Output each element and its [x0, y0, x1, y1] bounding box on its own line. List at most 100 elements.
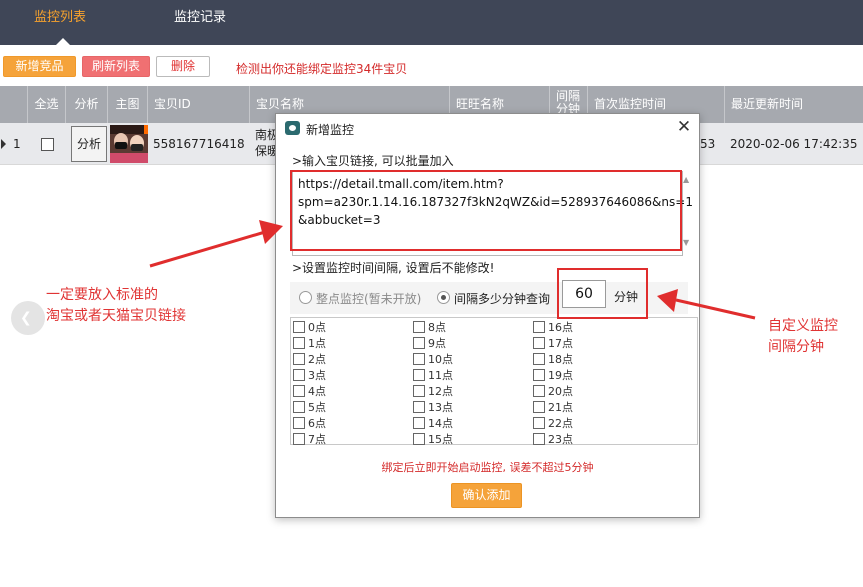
- hour-option[interactable]: 4点: [293, 384, 326, 400]
- scroll-down-icon[interactable]: ▼: [683, 239, 689, 247]
- close-icon[interactable]: ✕: [674, 117, 694, 137]
- hour-checkbox[interactable]: [413, 369, 425, 381]
- hour-label: 22点: [548, 417, 573, 430]
- hour-checkbox[interactable]: [293, 433, 305, 445]
- hour-option[interactable]: 5点: [293, 400, 326, 416]
- hour-option[interactable]: 9点: [413, 336, 446, 352]
- hour-option[interactable]: 16点: [533, 320, 573, 336]
- hour-label: 15点: [428, 433, 453, 446]
- hour-option[interactable]: 15点: [413, 432, 453, 448]
- hour-label: 2点: [308, 353, 326, 366]
- hour-option[interactable]: 13点: [413, 400, 453, 416]
- hour-label: 21点: [548, 401, 573, 414]
- hour-checkbox[interactable]: [533, 321, 545, 333]
- hour-checkbox[interactable]: [533, 353, 545, 365]
- hour-option[interactable]: 3点: [293, 368, 326, 384]
- hour-option[interactable]: 18点: [533, 352, 573, 368]
- hour-label: 0点: [308, 321, 326, 334]
- confirm-add-button[interactable]: 确认添加: [451, 483, 522, 508]
- row-main-image[interactable]: [110, 125, 148, 163]
- hour-label: 23点: [548, 433, 573, 446]
- header-analyze: 分析: [66, 86, 108, 123]
- hour-option[interactable]: 2点: [293, 352, 326, 368]
- right-annotation: 自定义监控 间隔分钟: [768, 316, 838, 358]
- row-first-time-partial: 53: [700, 137, 716, 151]
- right-annotation-line2: 间隔分钟: [768, 339, 824, 355]
- header-main-image: 主图: [108, 86, 148, 123]
- hour-checkbox[interactable]: [413, 321, 425, 333]
- header-select-all[interactable]: 全选: [28, 86, 66, 123]
- hour-label: 16点: [548, 321, 573, 334]
- hour-checkbox[interactable]: [533, 417, 545, 429]
- hour-option[interactable]: 8点: [413, 320, 446, 336]
- hour-label: 6点: [308, 417, 326, 430]
- url-highlight-box: [290, 170, 682, 251]
- hour-option[interactable]: 0点: [293, 320, 326, 336]
- hour-label: 7点: [308, 433, 326, 446]
- hour-option[interactable]: 21点: [533, 400, 573, 416]
- hour-label: 3点: [308, 369, 326, 382]
- binding-quota-notice: 检测出你还能绑定监控34件宝贝: [236, 62, 408, 76]
- hour-option[interactable]: 10点: [413, 352, 453, 368]
- interval-setting-label: >设置监控时间间隔, 设置后不能修改!: [292, 261, 495, 275]
- row-analyze-button[interactable]: 分析: [71, 126, 107, 162]
- left-annotation: 一定要放入标准的 淘宝或者天猫宝贝链接: [46, 285, 186, 327]
- left-arrow-line: [149, 230, 266, 268]
- hour-label: 12点: [428, 385, 453, 398]
- hour-checkbox[interactable]: [413, 385, 425, 397]
- hour-checkbox[interactable]: [533, 369, 545, 381]
- hour-checkbox[interactable]: [293, 401, 305, 413]
- hour-checkbox[interactable]: [533, 385, 545, 397]
- hour-checkbox[interactable]: [293, 337, 305, 349]
- hour-option[interactable]: 20点: [533, 384, 573, 400]
- hour-label: 10点: [428, 353, 453, 366]
- hour-checkbox[interactable]: [533, 433, 545, 445]
- chevron-left-icon: ❮: [20, 310, 32, 326]
- hourly-radio[interactable]: [299, 291, 312, 304]
- hour-checkbox[interactable]: [293, 417, 305, 429]
- hour-checkbox[interactable]: [413, 401, 425, 413]
- delete-button[interactable]: 删除: [156, 56, 210, 77]
- dialog-title: 新增监控: [306, 123, 355, 137]
- hour-option[interactable]: 12点: [413, 384, 453, 400]
- hour-checkbox[interactable]: [293, 353, 305, 365]
- hour-option[interactable]: 6点: [293, 416, 326, 432]
- hour-label: 20点: [548, 385, 573, 398]
- hour-option[interactable]: 1点: [293, 336, 326, 352]
- hour-checkbox[interactable]: [293, 385, 305, 397]
- hour-label: 17点: [548, 337, 573, 350]
- refresh-list-button[interactable]: 刷新列表: [82, 56, 150, 77]
- hour-option[interactable]: 23点: [533, 432, 573, 448]
- hour-label: 13点: [428, 401, 453, 414]
- header-last-update: 最近更新时间: [731, 97, 804, 111]
- hour-checkbox[interactable]: [413, 337, 425, 349]
- hour-checkbox[interactable]: [413, 417, 425, 429]
- hour-option[interactable]: 11点: [413, 368, 453, 384]
- row-last-update: 2020-02-06 17:42:35: [730, 137, 858, 151]
- row-checkbox[interactable]: [40, 138, 54, 151]
- hour-checkbox[interactable]: [293, 369, 305, 381]
- hour-option[interactable]: 7点: [293, 432, 326, 448]
- hour-label: 5点: [308, 401, 326, 414]
- left-annotation-line2: 淘宝或者天猫宝贝链接: [46, 308, 186, 324]
- active-tab-caret: [56, 38, 70, 45]
- hour-option[interactable]: 19点: [533, 368, 573, 384]
- eye-icon: [285, 121, 300, 135]
- tab-monitor-log[interactable]: 监控记录: [174, 0, 226, 45]
- hour-label: 8点: [428, 321, 446, 334]
- hour-checkbox[interactable]: [413, 433, 425, 445]
- hour-option[interactable]: 22点: [533, 416, 573, 432]
- hour-option[interactable]: 17点: [533, 336, 573, 352]
- scroll-up-icon[interactable]: ▲: [683, 176, 689, 184]
- add-competitor-button[interactable]: 新增竞品: [3, 56, 76, 77]
- app-window: { "tabs": { "monitor_list": "监控列表", "mon…: [0, 0, 863, 587]
- hour-checkbox[interactable]: [533, 337, 545, 349]
- dialog-warning: 绑定后立即开始启动监控, 误差不超过5分钟: [381, 461, 594, 474]
- hour-label: 11点: [428, 369, 453, 382]
- hour-checkbox[interactable]: [293, 321, 305, 333]
- hour-option[interactable]: 14点: [413, 416, 453, 432]
- hour-checkbox[interactable]: [533, 401, 545, 413]
- interval-radio[interactable]: [437, 291, 450, 304]
- hour-checkbox[interactable]: [413, 353, 425, 365]
- row-index: 1: [13, 137, 21, 151]
